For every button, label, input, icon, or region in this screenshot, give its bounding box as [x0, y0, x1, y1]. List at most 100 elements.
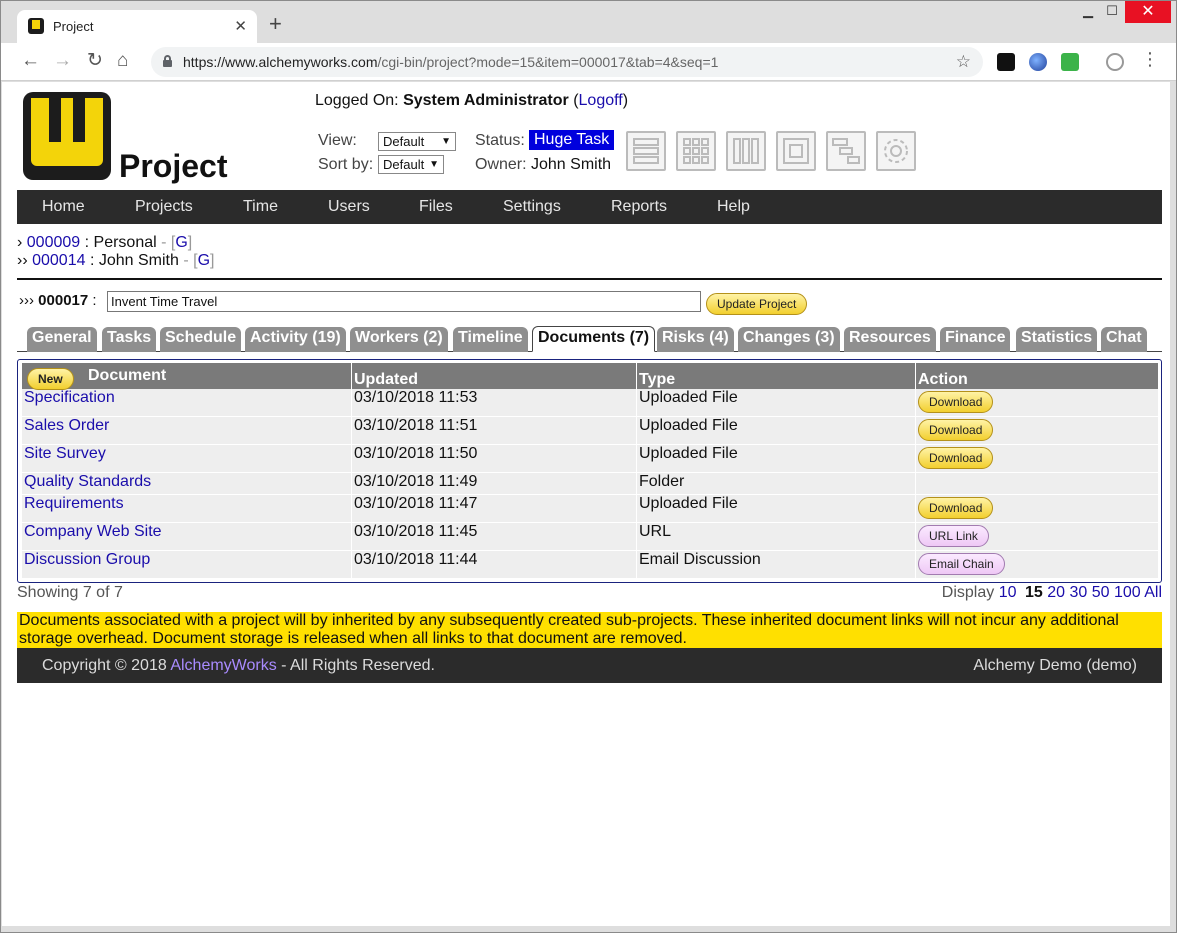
green-extension-icon[interactable] [1061, 53, 1079, 71]
new-document-button[interactable]: New [27, 368, 74, 390]
document-type: Uploaded File [637, 445, 915, 473]
tab-resources[interactable]: Resources [844, 327, 936, 352]
company-link[interactable]: AlchemyWorks [170, 657, 276, 674]
documents-panel: New Document Updated Type Action Specifi… [17, 359, 1162, 583]
table-row: Company Web Site 03/10/2018 11:45 URL UR… [22, 523, 1158, 551]
tab-changes[interactable]: Changes (3) [738, 327, 840, 352]
tab-risks[interactable]: Risks (4) [657, 327, 734, 352]
column-view-icon[interactable] [726, 131, 766, 171]
documents-table: New Document Updated Type Action Specifi… [21, 363, 1159, 579]
document-type: Uploaded File [637, 389, 915, 417]
browser-menu-icon[interactable]: ⋮ [1141, 49, 1159, 70]
breadcrumb-id-link[interactable]: 000014 [32, 252, 85, 269]
status-badge[interactable]: Huge Task [529, 130, 615, 150]
sortby-select[interactable]: Default ▼ [378, 155, 444, 174]
nav-projects[interactable]: Projects [135, 198, 193, 216]
page-size-all[interactable]: All [1144, 584, 1162, 601]
nav-time[interactable]: Time [243, 198, 278, 216]
tab-statistics[interactable]: Statistics [1016, 327, 1098, 352]
document-type: Email Discussion [637, 551, 915, 579]
grid-view-icon[interactable] [676, 131, 716, 171]
url-link-button[interactable]: URL Link [918, 525, 989, 547]
dropdown-arrow-icon: ▼ [441, 136, 451, 147]
settings-icon[interactable] [876, 131, 916, 171]
profile-icon[interactable] [1106, 53, 1124, 71]
tab-general[interactable]: General [27, 327, 97, 352]
tab-activity[interactable]: Activity (19) [245, 327, 346, 352]
browser-tab[interactable]: Project ✕ [17, 10, 257, 43]
tab-close-icon[interactable]: ✕ [234, 17, 247, 35]
breadcrumb-g-link[interactable]: G [175, 234, 187, 251]
update-project-button[interactable]: Update Project [706, 293, 808, 315]
nav-files[interactable]: Files [419, 198, 453, 216]
page-viewport: Project Logged On: System Administrator … [2, 82, 1170, 926]
project-id: 000017 [38, 292, 89, 309]
document-link[interactable]: Requirements [24, 495, 124, 512]
document-link[interactable]: Sales Order [24, 417, 109, 434]
document-link[interactable]: Company Web Site [24, 523, 162, 540]
maximize-icon[interactable]: ☐ [1095, 3, 1129, 25]
close-window-icon[interactable]: ✕ [1125, 1, 1171, 23]
column-header-type[interactable]: Type [637, 363, 915, 389]
document-updated: 03/10/2018 11:51 [352, 417, 636, 445]
globe-extension-icon[interactable] [1029, 53, 1047, 71]
page-size-30[interactable]: 30 [1069, 584, 1087, 601]
address-bar[interactable]: https://www.alchemyworks.com/cgi-bin/pro… [151, 47, 983, 77]
column-header-updated[interactable]: Updated [352, 363, 636, 389]
logged-on-info: Logged On: System Administrator (Logoff) [315, 92, 629, 109]
document-link[interactable]: Specification [24, 389, 115, 406]
gantt-view-icon[interactable] [826, 131, 866, 171]
forward-icon[interactable]: → [53, 51, 72, 70]
table-row: Sales Order 03/10/2018 11:51 Uploaded Fi… [22, 417, 1158, 445]
download-button[interactable]: Download [918, 391, 994, 413]
bookmark-star-icon[interactable]: ☆ [956, 52, 971, 72]
tab-tasks[interactable]: Tasks [102, 327, 157, 352]
document-link[interactable]: Quality Standards [24, 473, 151, 490]
browser-toolbar: ← → ↻ ⌂ https://www.alchemyworks.com/cgi… [1, 43, 1176, 81]
home-icon[interactable]: ⌂ [117, 51, 128, 70]
breadcrumb-id-link[interactable]: 000009 [27, 234, 80, 251]
nested-view-icon[interactable] [776, 131, 816, 171]
tab-timeline[interactable]: Timeline [453, 327, 528, 352]
alchemyworks-logo[interactable] [23, 92, 111, 180]
breadcrumb-prefix: ›› [17, 252, 28, 269]
page-size-20[interactable]: 20 [1047, 584, 1065, 601]
download-button[interactable]: Download [918, 447, 994, 469]
document-link[interactable]: Site Survey [24, 445, 106, 462]
page-size-50[interactable]: 50 [1092, 584, 1110, 601]
copyright-text: Copyright © 2018 [42, 657, 167, 674]
reload-icon[interactable]: ↻ [87, 51, 103, 70]
document-updated: 03/10/2018 11:50 [352, 445, 636, 473]
column-header-action: Action [916, 363, 1158, 389]
download-button[interactable]: Download [918, 497, 994, 519]
nav-reports[interactable]: Reports [611, 198, 667, 216]
page-size-100[interactable]: 100 [1114, 584, 1141, 601]
tab-schedule[interactable]: Schedule [160, 327, 242, 352]
tab-documents[interactable]: Documents (7) [532, 326, 656, 352]
nav-users[interactable]: Users [328, 198, 370, 216]
copyright: Copyright © 2018 AlchemyWorks - All Righ… [42, 657, 435, 675]
logoff-link[interactable]: Logoff [579, 92, 623, 109]
email-chain-button[interactable]: Email Chain [918, 553, 1005, 575]
tab-finance[interactable]: Finance [940, 327, 1011, 352]
breadcrumb-parent: › 000009 : Personal - [G] [17, 234, 193, 251]
breadcrumb-g-link[interactable]: G [198, 252, 210, 269]
new-tab-icon[interactable]: + [269, 13, 282, 35]
nav-help[interactable]: Help [717, 198, 750, 216]
page-size-10[interactable]: 10 [999, 584, 1017, 601]
dropdown-arrow-icon: ▼ [429, 159, 439, 170]
url-text[interactable]: https://www.alchemyworks.com/cgi-bin/pro… [183, 54, 718, 70]
tab-chat[interactable]: Chat [1101, 327, 1147, 352]
document-link[interactable]: Discussion Group [24, 551, 150, 568]
view-select[interactable]: Default ▼ [378, 132, 456, 151]
project-name-input[interactable] [107, 291, 701, 312]
display-label: Display [941, 584, 995, 601]
list-view-icon[interactable] [626, 131, 666, 171]
tab-workers[interactable]: Workers (2) [350, 327, 448, 352]
back-icon[interactable]: ← [21, 51, 40, 70]
sortby-select-value: Default [383, 157, 425, 172]
nav-home[interactable]: Home [42, 198, 85, 216]
nav-settings[interactable]: Settings [503, 198, 561, 216]
extension-icon[interactable] [997, 53, 1015, 71]
download-button[interactable]: Download [918, 419, 994, 441]
